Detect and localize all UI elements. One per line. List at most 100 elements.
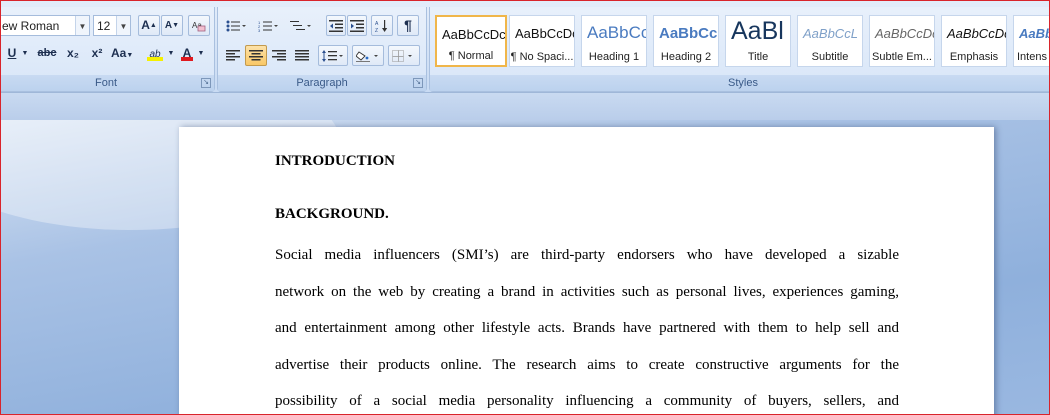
change-case-button[interactable]: Aa▼ [110, 43, 134, 64]
style-preview: AaBb [1019, 26, 1050, 41]
strikethrough-label: abc [37, 47, 57, 59]
paint-bucket-icon [356, 51, 378, 62]
style-preview: AaBbCcDc [515, 26, 575, 41]
paragraph-dialog-launcher-icon[interactable]: ↘ [413, 78, 423, 88]
grow-font-label: A [141, 18, 150, 32]
font-size-combobox[interactable]: 12 ▼ [93, 15, 131, 36]
borders-button[interactable] [388, 45, 420, 66]
sort-button[interactable]: AZ [371, 15, 393, 36]
paragraph-line: possibility of a social media personalit… [275, 393, 899, 409]
multilevel-list-button[interactable] [286, 15, 318, 36]
subscript-label: x₂ [66, 46, 79, 60]
style-name: ¶ No Spaci... [510, 51, 574, 63]
style-intense-emphasis[interactable]: AaBb Intens [1013, 15, 1050, 67]
paragraph-line: Social media influencers (SMI’s) are thi… [275, 247, 899, 263]
style-heading-2[interactable]: AaBbCc Heading 2 [653, 15, 719, 67]
svg-text:Z: Z [375, 28, 378, 32]
align-right-button[interactable] [268, 45, 290, 66]
highlight-button[interactable]: ab [144, 43, 166, 64]
decrease-indent-button[interactable] [326, 15, 346, 36]
style-preview: AaBbCcL [803, 26, 858, 41]
font-color-dropdown[interactable]: ▼ [196, 43, 206, 64]
pilcrow-icon: ¶ [404, 17, 412, 33]
style-emphasis[interactable]: AaBbCcDc Emphasis [941, 15, 1007, 67]
shrink-font-button[interactable]: A▼ [161, 15, 183, 36]
font-name-value: ew Roman [2, 19, 60, 33]
word-window: ew Roman ▼ 12 ▼ A▲ A▼ Aa U ▼ abc x₂ x² A… [0, 0, 1050, 415]
style-preview: AaBbCcDc [875, 26, 935, 41]
style-subtle-emphasis[interactable]: AaBbCcDc Subtle Em... [869, 15, 935, 67]
align-center-button[interactable] [245, 45, 267, 66]
eraser-icon: Aa [192, 21, 206, 32]
sort-icon: AZ [375, 20, 388, 32]
style-title[interactable]: AaBl Title [725, 15, 791, 67]
font-dialog-launcher-icon[interactable]: ↘ [201, 78, 211, 88]
style-preview: AaBbCc [659, 25, 718, 42]
styles-group-label: Styles [430, 75, 1049, 91]
body-paragraph: Social media influencers (SMI’s) are thi… [275, 237, 899, 414]
underline-label: U [7, 46, 17, 60]
superscript-button[interactable]: x² [86, 43, 108, 64]
font-size-value: 12 [97, 19, 111, 33]
show-marks-button[interactable]: ¶ [397, 15, 419, 36]
style-no-spacing[interactable]: AaBbCcDc ¶ No Spaci... [509, 15, 575, 67]
numbering-button[interactable]: 123 [254, 15, 284, 36]
align-left-icon [226, 50, 240, 61]
style-name: Title [747, 51, 769, 63]
paragraph-group-label: Paragraph [218, 75, 426, 91]
style-subtitle[interactable]: AaBbCcL Subtitle [797, 15, 863, 67]
paragraph-line: and entertainment among other lifestyle … [275, 320, 899, 336]
align-left-button[interactable] [222, 45, 244, 66]
font-color-button[interactable]: A [178, 43, 196, 64]
svg-text:3: 3 [258, 28, 261, 32]
increase-indent-button[interactable] [347, 15, 367, 36]
document-page[interactable]: INTRODUCTION BACKGROUND. Social media in… [179, 127, 994, 414]
chevron-down-icon: ▼ [21, 50, 29, 57]
superscript-label: x² [91, 46, 103, 60]
clear-formatting-button[interactable]: Aa [188, 15, 210, 36]
style-name: Intens [1017, 51, 1047, 63]
justify-button[interactable] [291, 45, 313, 66]
style-preview: AaBbCc [587, 23, 647, 42]
ruler-area [1, 92, 1049, 121]
numbered-list-icon: 123 [258, 20, 278, 32]
style-name: Subtle Em... [872, 51, 932, 63]
underline-button[interactable]: U [4, 43, 20, 64]
style-heading-1[interactable]: AaBbCc Heading 1 [581, 15, 647, 67]
bullet-list-icon [226, 20, 246, 32]
highlight-dropdown[interactable]: ▼ [166, 43, 176, 64]
subscript-button[interactable]: x₂ [62, 43, 84, 64]
heading-introduction: INTRODUCTION [275, 153, 396, 169]
paragraph-group: 123 AZ ¶ Paragraph ↘ [217, 7, 427, 92]
font-group-label: Font [1, 75, 214, 91]
paragraph-line: network on the web by creating a brand i… [275, 283, 899, 300]
shading-button[interactable] [352, 45, 384, 66]
style-name: ¶ Normal [448, 50, 494, 62]
bullets-button[interactable] [222, 15, 252, 36]
align-center-icon [249, 50, 263, 61]
underline-dropdown[interactable]: ▼ [20, 43, 30, 64]
line-spacing-button[interactable] [318, 45, 348, 66]
chevron-down-icon: ▼ [167, 50, 175, 57]
chevron-down-icon[interactable]: ▼ [75, 16, 89, 35]
heading-background: BACKGROUND. [275, 206, 389, 222]
chevron-down-icon[interactable]: ▼ [116, 16, 130, 35]
style-name: Emphasis [949, 51, 999, 63]
decrease-indent-icon [329, 20, 343, 32]
change-case-label: Aa [111, 46, 127, 60]
font-color-swatch [181, 57, 193, 61]
font-group: ew Roman ▼ 12 ▼ A▲ A▼ Aa U ▼ abc x₂ x² A… [1, 7, 215, 92]
style-name: Subtitle [811, 51, 849, 63]
style-normal[interactable]: AaBbCcDc ¶ Normal [435, 15, 507, 67]
svg-text:A: A [375, 21, 379, 27]
style-name: Heading 2 [660, 51, 712, 63]
increase-indent-icon [350, 20, 364, 32]
align-right-icon [272, 50, 286, 61]
line-spacing-icon [322, 50, 343, 62]
justify-icon [295, 50, 309, 61]
strikethrough-button[interactable]: abc [34, 43, 60, 64]
font-name-combobox[interactable]: ew Roman ▼ [1, 15, 90, 36]
ribbon: ew Roman ▼ 12 ▼ A▲ A▼ Aa U ▼ abc x₂ x² A… [1, 1, 1049, 92]
style-preview: AaBbCcDc [947, 26, 1007, 41]
grow-font-button[interactable]: A▲ [138, 15, 160, 36]
